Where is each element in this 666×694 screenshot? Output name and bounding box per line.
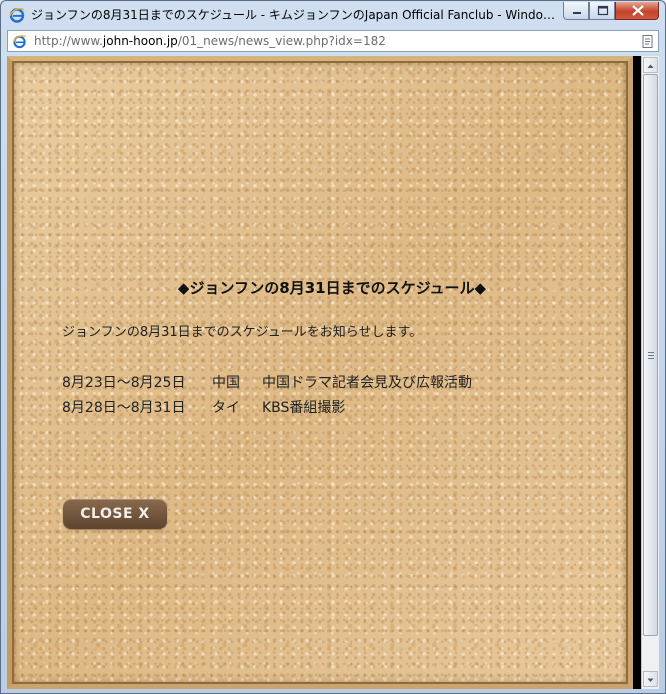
schedule-row: 8月23日～8月25日 中国 中国ドラマ記者会見及び広報活動 bbox=[62, 373, 472, 393]
article-intro: ジョンフンの8月31日までのスケジュールをお知らせします。 bbox=[62, 325, 423, 340]
scrollbar-thumb[interactable] bbox=[643, 74, 658, 636]
title-bar[interactable]: ジョンフンの8月31日までのスケジュール - キムジョンフンのJapan Off… bbox=[1, 1, 665, 29]
schedule-event: 中国ドラマ記者会見及び広報活動 bbox=[262, 375, 472, 391]
maximize-button[interactable] bbox=[589, 2, 615, 20]
article-heading: ◆ジョンフンの8月31日までのスケジュール◆ bbox=[177, 279, 487, 297]
chevron-up-icon bbox=[647, 64, 654, 68]
close-icon bbox=[632, 5, 644, 16]
schedule-place: タイ bbox=[212, 400, 240, 416]
cork-board-panel: ◆ジョンフンの8月31日までのスケジュール◆ ジョンフンの8月31日までのスケジ… bbox=[7, 56, 633, 689]
schedule-event: KBS番組撮影 bbox=[262, 400, 346, 416]
internet-explorer-icon bbox=[9, 7, 25, 23]
url-host: john-hoon.jp bbox=[102, 34, 178, 48]
schedule-place: 中国 bbox=[212, 375, 240, 391]
page-options-icon[interactable] bbox=[641, 34, 655, 49]
url-path: /01_news/news_view.php?idx=182 bbox=[177, 34, 386, 48]
scroll-down-button[interactable] bbox=[643, 671, 658, 687]
maximize-icon bbox=[597, 5, 609, 16]
browser-popup-window: ジョンフンの8月31日までのスケジュール - キムジョンフンのJapan Off… bbox=[0, 0, 666, 694]
vertical-scrollbar[interactable] bbox=[641, 56, 659, 689]
grip-icon bbox=[648, 352, 654, 359]
address-bar[interactable]: http://www.john-hoon.jp/01_news/news_vie… bbox=[7, 30, 659, 52]
minimize-icon bbox=[573, 12, 581, 14]
minimize-button[interactable] bbox=[563, 2, 589, 20]
schedule-dates: 8月28日～8月31日 bbox=[62, 400, 186, 416]
ie-page-icon bbox=[12, 35, 27, 49]
page-viewport: ◆ジョンフンの8月31日までのスケジュール◆ ジョンフンの8月31日までのスケジ… bbox=[7, 56, 659, 689]
schedule-row: 8月28日～8月31日 タイ KBS番組撮影 bbox=[62, 398, 345, 418]
chevron-down-icon bbox=[647, 678, 654, 682]
window-title: ジョンフンの8月31日までのスケジュール - キムジョンフンのJapan Off… bbox=[31, 8, 559, 22]
url-text[interactable]: http://www.john-hoon.jp/01_news/news_vie… bbox=[34, 34, 386, 49]
url-prefix: http://www. bbox=[34, 34, 103, 48]
close-window-button[interactable] bbox=[615, 2, 659, 20]
schedule-dates: 8月23日～8月25日 bbox=[62, 375, 186, 391]
scroll-up-button[interactable] bbox=[643, 57, 658, 73]
close-popup-button[interactable]: CLOSE X bbox=[63, 499, 167, 529]
window-controls bbox=[563, 2, 659, 20]
